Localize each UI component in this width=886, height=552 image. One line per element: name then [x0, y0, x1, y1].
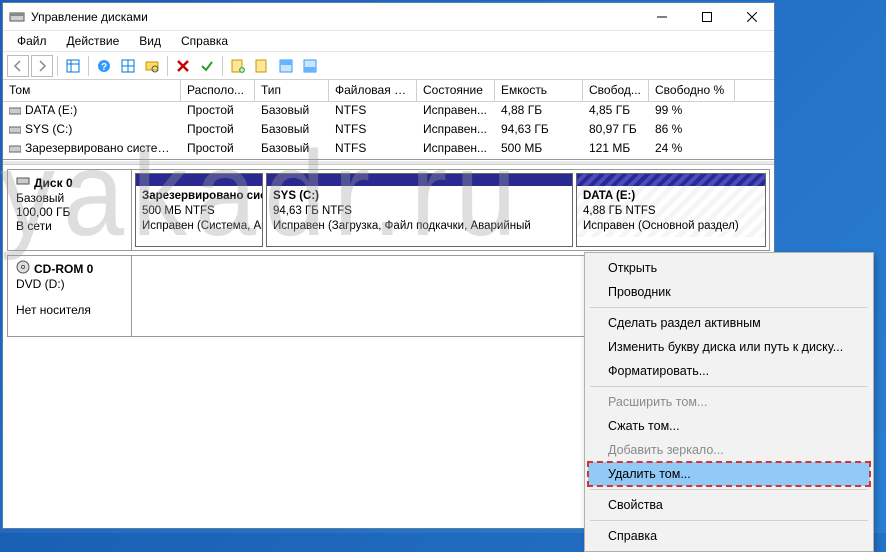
volume-action-icon[interactable]: [251, 55, 273, 77]
new-volume-icon[interactable]: [227, 55, 249, 77]
back-button[interactable]: [7, 55, 29, 77]
volume-icon: [9, 105, 21, 117]
refresh-scan-icon[interactable]: [141, 55, 163, 77]
layout-bottom-icon[interactable]: [299, 55, 321, 77]
cm-explorer[interactable]: Проводник: [588, 280, 870, 304]
forward-button[interactable]: [31, 55, 53, 77]
menu-action[interactable]: Действие: [57, 32, 130, 50]
volume-icon: [9, 124, 21, 136]
cm-shrink[interactable]: Сжать том...: [588, 414, 870, 438]
window-title: Управление дисками: [31, 10, 639, 24]
menu-help[interactable]: Справка: [171, 32, 238, 50]
col-status[interactable]: Состояние: [417, 80, 495, 101]
volume-list: Том Располо... Тип Файловая с... Состоян…: [3, 80, 774, 160]
volume-row[interactable]: Зарезервировано системой Простой Базовый…: [3, 140, 774, 159]
col-fs[interactable]: Файловая с...: [329, 80, 417, 101]
toolbar: ?: [3, 52, 774, 80]
titlebar: Управление дисками: [3, 3, 774, 31]
menu-view[interactable]: Вид: [129, 32, 171, 50]
app-icon: [9, 9, 25, 25]
col-freepct[interactable]: Свободно %: [649, 80, 735, 101]
col-layout[interactable]: Располо...: [181, 80, 255, 101]
settings-check-icon[interactable]: [196, 55, 218, 77]
col-volume[interactable]: Том: [3, 80, 181, 101]
disk-info[interactable]: Диск 0 Базовый 100,00 ГБ В сети: [8, 170, 132, 250]
cm-add-mirror: Добавить зеркало...: [588, 438, 870, 462]
view-grid-icon[interactable]: [117, 55, 139, 77]
cm-help[interactable]: Справка: [588, 524, 870, 548]
cm-make-active[interactable]: Сделать раздел активным: [588, 311, 870, 335]
disk-row-0: Диск 0 Базовый 100,00 ГБ В сети Зарезерв…: [7, 169, 770, 251]
partition-sys-c[interactable]: SYS (C:) 94,63 ГБ NTFS Исправен (Загрузк…: [266, 173, 573, 247]
volume-row[interactable]: SYS (C:) Простой Базовый NTFS Исправен..…: [3, 121, 774, 140]
partition-data-e[interactable]: DATA (E:) 4,88 ГБ NTFS Исправен (Основно…: [576, 173, 766, 247]
cm-extend: Расширить том...: [588, 390, 870, 414]
maximize-button[interactable]: [684, 3, 729, 31]
cm-properties[interactable]: Свойства: [588, 493, 870, 517]
menu-file[interactable]: Файл: [7, 32, 57, 50]
volume-list-header: Том Располо... Тип Файловая с... Состоян…: [3, 80, 774, 102]
col-free[interactable]: Свобод...: [583, 80, 649, 101]
cm-delete-volume[interactable]: Удалить том...: [588, 462, 870, 486]
cm-format[interactable]: Форматировать...: [588, 359, 870, 383]
layout-top-icon[interactable]: [275, 55, 297, 77]
cdrom-info[interactable]: CD-ROM 0 DVD (D:) Нет носителя: [8, 256, 132, 336]
menubar: Файл Действие Вид Справка: [3, 31, 774, 52]
delete-x-icon[interactable]: [172, 55, 194, 77]
cm-open[interactable]: Открыть: [588, 256, 870, 280]
view-list-icon[interactable]: [62, 55, 84, 77]
cdrom-icon: [16, 260, 30, 277]
col-type[interactable]: Тип: [255, 80, 329, 101]
minimize-button[interactable]: [639, 3, 684, 31]
volume-row[interactable]: DATA (E:) Простой Базовый NTFS Исправен.…: [3, 102, 774, 121]
disk-icon: [16, 174, 30, 191]
partition-reserved[interactable]: Зарезервировано систе 500 МБ NTFS Исправ…: [135, 173, 263, 247]
close-button[interactable]: [729, 3, 774, 31]
svg-text:?: ?: [101, 62, 107, 73]
help-icon[interactable]: ?: [93, 55, 115, 77]
volume-icon: [9, 143, 21, 155]
col-capacity[interactable]: Емкость: [495, 80, 583, 101]
context-menu: Открыть Проводник Сделать раздел активны…: [584, 252, 874, 552]
cm-change-letter[interactable]: Изменить букву диска или путь к диску...: [588, 335, 870, 359]
